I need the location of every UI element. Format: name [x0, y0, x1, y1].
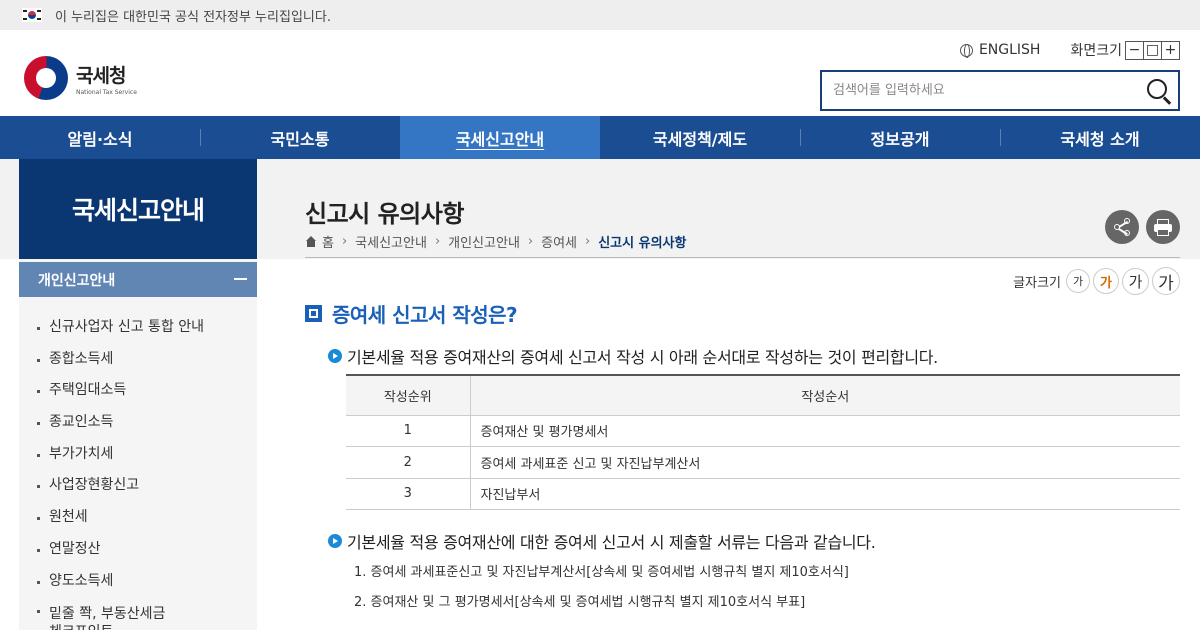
font-size-label: 글자크기	[1013, 275, 1061, 291]
chevron-right-icon: ›	[527, 234, 534, 249]
breadcrumb-item[interactable]: 국세신고안내	[355, 232, 427, 251]
side-nav-item[interactable]: 연말정산	[19, 534, 257, 566]
nav-item-disclosure[interactable]: 정보공개	[800, 116, 1000, 159]
print-button[interactable]	[1146, 210, 1180, 244]
table-cell: 2	[346, 446, 470, 479]
search-box	[820, 70, 1180, 111]
divider	[305, 257, 1180, 258]
page-title: 신고시 유의사항	[305, 200, 464, 228]
bullet-text: 기본세율 적용 증여재산에 대한 증여세 신고서 시 제출할 서류는 다음과 같…	[328, 529, 876, 553]
table-cell: 자진납부서	[469, 478, 1180, 510]
breadcrumb-item[interactable]: 증여세	[541, 232, 577, 251]
zoom-in-button[interactable]: +	[1161, 40, 1180, 60]
chevron-right-icon: ›	[341, 234, 348, 249]
bullet-arrow-icon	[328, 349, 342, 363]
page-body: 국세신고안내 개인신고안내 신규사업자 신고 통합 안내 종합소득세 주택임대소…	[0, 159, 1200, 630]
heading-square-icon	[305, 305, 322, 322]
english-link[interactable]: ENGLISH	[959, 42, 1040, 58]
table-cell: 증여세 과세표준 신고 및 자진납부계산서	[469, 446, 1180, 479]
zoom-out-button[interactable]: −	[1125, 40, 1144, 60]
zoom-label: 화면크기	[1070, 43, 1122, 59]
nav-item-communication[interactable]: 국민소통	[200, 116, 400, 159]
list-item: 2. 증여재산 및 그 평가명세서[상속세 및 증여세법 시행규칙 별지 제10…	[354, 595, 806, 610]
breadcrumb: 홈 › 국세신고안내 › 개인신고안내 › 증여세 › 신고시 유의사항	[305, 232, 686, 251]
table-header: 작성순서	[469, 374, 1180, 416]
font-size-default-button[interactable]: 가	[1093, 268, 1119, 294]
share-button[interactable]	[1105, 210, 1139, 244]
bullet-arrow-icon	[328, 534, 342, 548]
table-row: 1 증여재산 및 평가명세서	[346, 415, 1180, 447]
site-logo[interactable]: 국세청 National Tax Service	[24, 56, 137, 100]
breadcrumb-item[interactable]: 개인신고안내	[448, 232, 520, 251]
side-nav-item[interactable]: 종합소득세	[19, 344, 257, 376]
collapse-icon	[234, 278, 247, 280]
breadcrumb-home[interactable]: 홈	[322, 232, 334, 251]
korea-flag-icon	[22, 8, 42, 22]
side-nav-item[interactable]: 부가가치세	[19, 439, 257, 471]
bullet-text: 기본세율 적용 증여재산의 증여세 신고서 작성 시 아래 순서대로 작성하는 …	[328, 344, 938, 368]
nav-item-policy[interactable]: 국세정책/제도	[600, 116, 800, 159]
font-size-small-button[interactable]: 가	[1066, 269, 1090, 293]
logo-name-ko: 국세청	[76, 64, 126, 87]
list-item: 1. 증여세 과세표준신고 및 자진납부계산서[상속세 및 증여세법 시행규칙 …	[354, 565, 849, 580]
side-nav-item[interactable]: 원천세	[19, 502, 257, 534]
side-nav-item[interactable]: 종교인소득	[19, 407, 257, 439]
table-row: 3 자진납부서	[346, 478, 1180, 510]
chevron-right-icon: ›	[585, 234, 591, 249]
logo-name-en: National Tax Service	[76, 88, 137, 96]
side-nav-item[interactable]: 밑줄 쫙, 부동산세금 체크포인트	[19, 597, 169, 630]
side-nav-item[interactable]: 주택임대소득	[19, 375, 257, 407]
side-nav-section-personal[interactable]: 개인신고안내	[19, 262, 257, 297]
side-nav-item[interactable]: 신규사업자 신고 통합 안내	[19, 312, 257, 344]
search-input[interactable]	[822, 72, 1138, 109]
chevron-right-icon: ›	[434, 234, 441, 249]
nav-item-about[interactable]: 국세청 소개	[1000, 116, 1200, 159]
section-heading: 증여세 신고서 작성은?	[305, 299, 518, 328]
table-row: 2 증여세 과세표준 신고 및 자진납부계산서	[346, 446, 1180, 479]
nav-item-news[interactable]: 알림·소식	[0, 116, 200, 159]
side-nav-title: 국세신고안내	[19, 159, 257, 259]
font-size-large-button[interactable]: 가	[1122, 267, 1149, 295]
filing-order-table: 작성순위 작성순서 1 증여재산 및 평가명세서 2 증여세 과세표준 신고 및…	[346, 374, 1180, 510]
breadcrumb-current: 신고시 유의사항	[598, 236, 687, 251]
side-nav-item[interactable]: 사업장현황신고	[19, 470, 257, 502]
search-icon[interactable]	[1138, 72, 1178, 109]
required-documents-list: 1. 증여세 과세표준신고 및 자진납부계산서[상속세 및 증여세법 시행규칙 …	[354, 563, 849, 623]
side-nav-item[interactable]: 양도소득세	[19, 566, 257, 598]
nav-item-tax-filing[interactable]: 국세신고안내	[400, 116, 600, 159]
gov-banner-text: 이 누리집은 대한민국 공식 전자정부 누리집입니다.	[55, 9, 331, 25]
table-cell: 1	[346, 415, 470, 447]
home-icon[interactable]	[305, 236, 317, 247]
side-nav: 국세신고안내 개인신고안내 신규사업자 신고 통합 안내 종합소득세 주택임대소…	[19, 159, 257, 630]
gov-banner: 이 누리집은 대한민국 공식 전자정부 누리집입니다.	[0, 0, 1200, 30]
table-cell: 3	[346, 478, 470, 510]
font-size-xlarge-button[interactable]: 가	[1152, 267, 1180, 295]
table-cell: 증여재산 및 평가명세서	[469, 415, 1180, 447]
font-size-control: 글자크기 가 가 가 가	[1013, 267, 1180, 295]
nts-logo-icon	[24, 56, 68, 100]
utility-bar: ENGLISH 화면크기 − □ +	[959, 40, 1180, 60]
globe-icon	[959, 43, 973, 58]
table-header: 작성순위	[346, 374, 470, 416]
site-header: 국세청 National Tax Service ENGLISH 화면크기 − …	[0, 30, 1200, 116]
main-nav: 알림·소식 국민소통 국세신고안내 국세정책/제도 정보공개 국세청 소개	[0, 116, 1200, 159]
zoom-reset-button[interactable]: □	[1143, 40, 1162, 60]
